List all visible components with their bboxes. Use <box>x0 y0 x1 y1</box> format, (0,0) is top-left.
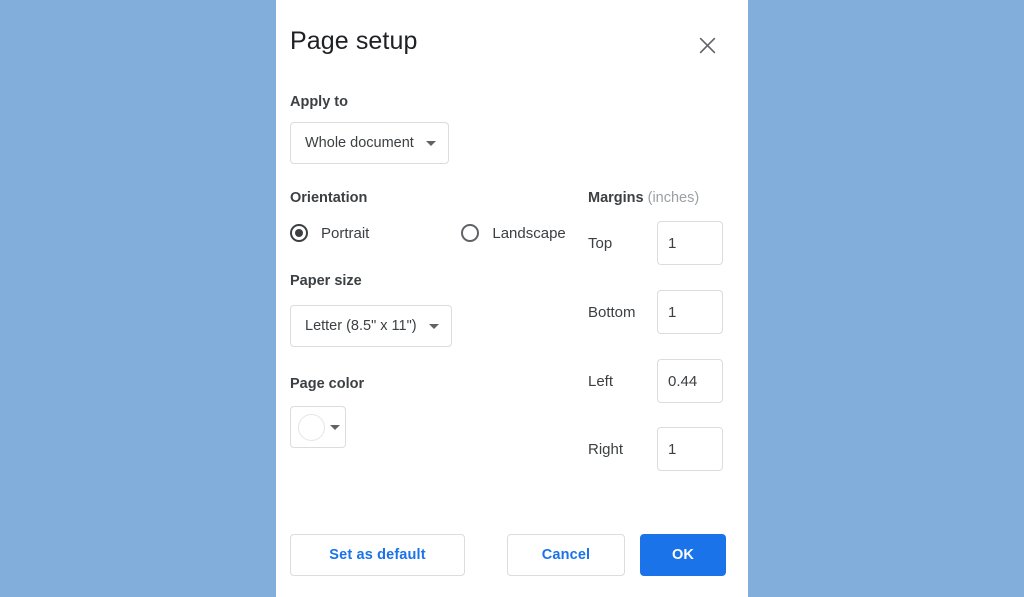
margins-unit-text: (inches) <box>647 190 700 206</box>
page-backdrop: Page setup Apply to Whole document Orien… <box>0 0 1024 597</box>
chevron-down-icon <box>330 424 340 430</box>
chevron-down-icon <box>428 323 439 329</box>
radio-landscape-label: Landscape <box>492 224 566 242</box>
radio-portrait-label: Portrait <box>321 224 370 242</box>
margin-right-label: Right <box>588 440 624 458</box>
margin-top-label: Top <box>588 234 613 252</box>
page-title: Page setup <box>290 27 418 55</box>
orientation-label: Orientation <box>290 190 368 206</box>
radio-unselected-icon <box>461 224 480 242</box>
margins-heading-text: Margins <box>588 190 644 206</box>
radio-portrait[interactable]: Portrait <box>290 224 369 242</box>
orientation-radio-group: Portrait Landscape <box>290 224 566 242</box>
margin-row: Bottom <box>588 290 734 334</box>
apply-to-label: Apply to <box>290 94 348 110</box>
page-color-label: Page color <box>290 376 365 392</box>
cancel-button[interactable]: Cancel <box>507 534 625 576</box>
margin-bottom-label: Bottom <box>588 303 636 321</box>
apply-to-value: Whole document <box>305 135 414 151</box>
dialog-header: Page setup <box>276 0 748 84</box>
ok-button[interactable]: OK <box>640 534 726 576</box>
margins-heading: Margins (inches) <box>588 190 699 206</box>
radio-selected-icon <box>290 224 308 242</box>
close-icon <box>698 36 717 55</box>
dialog-footer: Set as default Cancel OK <box>276 512 748 597</box>
page-color-picker[interactable] <box>290 406 346 448</box>
apply-to-select[interactable]: Whole document <box>290 122 449 164</box>
dialog-body: Apply to Whole document Orientation Port… <box>276 84 748 504</box>
margin-left-label: Left <box>588 372 614 390</box>
margin-left-input[interactable] <box>657 359 723 403</box>
margin-top-input[interactable] <box>657 221 723 265</box>
margin-row: Left <box>588 359 734 403</box>
paper-size-value: Letter (8.5" x 11") <box>305 318 417 334</box>
margin-row: Top <box>588 221 734 265</box>
margin-row: Right <box>588 427 734 471</box>
page-setup-dialog: Page setup Apply to Whole document Orien… <box>276 0 748 597</box>
set-as-default-button[interactable]: Set as default <box>290 534 465 576</box>
margin-bottom-input[interactable] <box>657 290 723 334</box>
paper-size-label: Paper size <box>290 273 362 289</box>
margin-right-input[interactable] <box>657 427 723 471</box>
radio-landscape[interactable]: Landscape <box>461 224 566 242</box>
paper-size-select[interactable]: Letter (8.5" x 11") <box>290 305 452 347</box>
chevron-down-icon <box>425 140 436 146</box>
color-swatch <box>298 413 325 441</box>
close-button[interactable] <box>690 28 724 62</box>
